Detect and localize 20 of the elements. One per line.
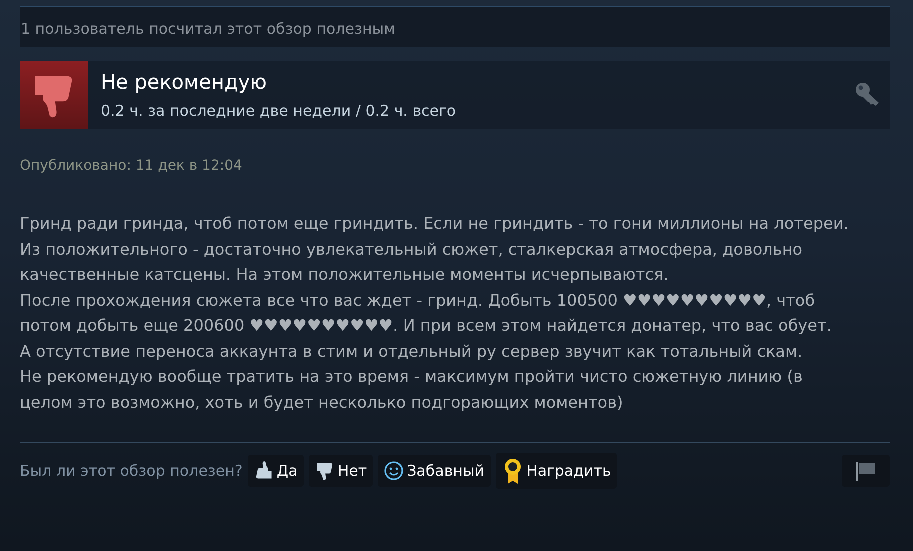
flag-icon xyxy=(854,460,878,482)
yes-button[interactable]: Да xyxy=(248,455,304,487)
review-paragraph: Не рекомендую вообще тратить на это время - максимум пройти чисто сюжетную линию (в целом это возможно, хоть и будет несколько подгорающих моментов) xyxy=(20,366,804,414)
review-paragraph: Гринд ради гринда, чтоб потом еще гриндить. Если не гриндить - то гони миллионы на лотереи. xyxy=(20,213,850,235)
funny-button[interactable]: Забавный xyxy=(378,455,491,487)
key-icon xyxy=(855,82,881,108)
helpful-count: 1 пользователь посчитал этот обзор полезным xyxy=(21,20,396,38)
helpful-question: Был ли этот обзор полезен? xyxy=(20,462,243,480)
review-paragraph: А отсутствие переноса аккаунта в стим и отдельный ру сервер звучит как тотальный скам. xyxy=(20,340,804,362)
posted-date: Опубликовано: 11 дек в 12:04 xyxy=(20,158,244,175)
award-button[interactable]: Наградить xyxy=(496,453,618,489)
review-paragraph: Из положительного - достаточно увлекательный сюжет, сталкерская атмосфера, довольно качественные катсцены. На этом положительные моменты исчерпываются. xyxy=(20,238,804,286)
no-button[interactable]: Нет xyxy=(308,455,374,487)
thumb-up-icon xyxy=(254,461,274,481)
report-button[interactable] xyxy=(842,455,890,487)
review-paragraph: После прохождения сюжета все что вас ждет - гринд. Добыть 100500 ♥♥♥♥♥♥♥♥♥♥, чтоб потом добыть еще 200600 ♥♥♥♥♥♥♥♥♥♥. И при всем этом найдется донатер, что вас обует. xyxy=(20,290,833,337)
verdict-title: Не рекомендую xyxy=(101,70,268,94)
thumb-down-icon xyxy=(314,461,335,481)
smiley-icon xyxy=(384,461,404,481)
playtime: 0.2 ч. за последние две недели / 0.2 ч. всего xyxy=(101,103,458,120)
